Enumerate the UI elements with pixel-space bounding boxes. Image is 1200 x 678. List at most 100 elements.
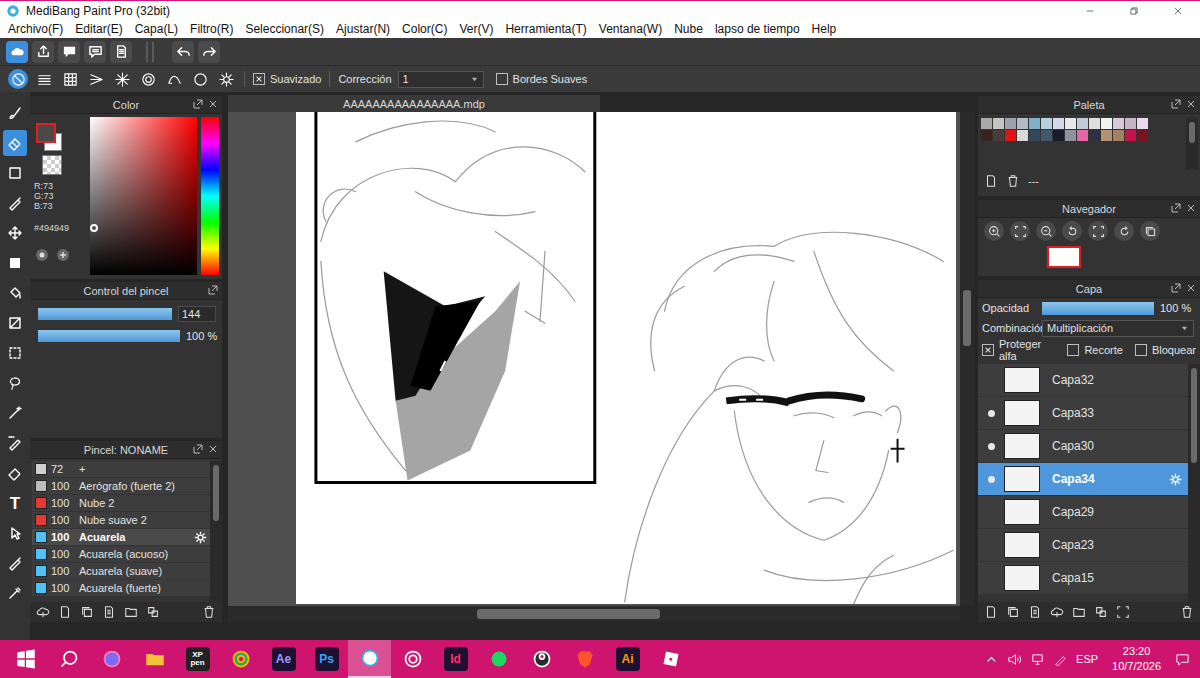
opacity-slider[interactable] bbox=[1042, 302, 1154, 315]
scroll-thumb[interactable] bbox=[1189, 122, 1195, 143]
canvas-horizontal-scrollbar[interactable] bbox=[228, 606, 960, 622]
pen-icon[interactable] bbox=[1053, 652, 1068, 667]
palette-swatch[interactable] bbox=[1041, 118, 1052, 129]
taskbar-app[interactable] bbox=[649, 640, 692, 678]
menu-item[interactable]: Seleccionar(S) bbox=[245, 22, 324, 36]
page-icon[interactable] bbox=[1028, 605, 1042, 619]
popout-icon[interactable] bbox=[1171, 99, 1181, 109]
saturation-value-picker[interactable] bbox=[90, 117, 197, 275]
close-panel-icon[interactable] bbox=[1186, 283, 1196, 293]
popout-icon[interactable] bbox=[1171, 283, 1181, 293]
merge-icon[interactable] bbox=[1094, 605, 1108, 619]
toolbar-button[interactable] bbox=[84, 41, 106, 63]
restore-button[interactable] bbox=[1112, 1, 1156, 20]
palette-swatch[interactable] bbox=[993, 118, 1004, 129]
palette-swatch[interactable] bbox=[1017, 118, 1028, 129]
navigator-button[interactable] bbox=[1114, 221, 1134, 241]
palette-swatch[interactable] bbox=[1137, 130, 1148, 141]
minimize-button[interactable] bbox=[1068, 1, 1112, 20]
snap-button[interactable] bbox=[190, 69, 210, 89]
primary-swatch[interactable] bbox=[36, 123, 56, 143]
layer-option-checkbox[interactable]: Bloquear bbox=[1135, 344, 1196, 356]
palette-swatch[interactable] bbox=[1053, 118, 1064, 129]
layer-row[interactable]: Capa32 bbox=[978, 364, 1188, 396]
brush-row[interactable]: 100Nube 2 bbox=[32, 495, 210, 511]
popout-icon[interactable] bbox=[208, 285, 218, 295]
layer-list-scrollbar[interactable] bbox=[1188, 364, 1200, 602]
tool-button[interactable] bbox=[3, 580, 27, 606]
navigator-button[interactable] bbox=[1036, 221, 1056, 241]
scroll-thumb[interactable] bbox=[213, 465, 219, 521]
trash-icon[interactable] bbox=[202, 605, 216, 619]
new-palette-icon[interactable] bbox=[984, 174, 998, 188]
toolbar-button[interactable] bbox=[32, 41, 54, 63]
navigator-button[interactable] bbox=[1140, 221, 1160, 241]
close-panel-icon[interactable] bbox=[1186, 203, 1196, 213]
palette-swatch[interactable] bbox=[981, 130, 992, 141]
layer-row[interactable]: Capa15 bbox=[978, 562, 1188, 594]
palette-swatch[interactable] bbox=[1005, 118, 1016, 129]
palette-swatch[interactable] bbox=[1077, 118, 1088, 129]
folderline-icon[interactable] bbox=[1072, 605, 1086, 619]
slider-track[interactable] bbox=[38, 308, 172, 320]
tool-button[interactable] bbox=[3, 400, 27, 426]
palette-swatch[interactable] bbox=[1029, 118, 1040, 129]
menu-item[interactable]: Editar(E) bbox=[75, 22, 122, 36]
toolbar-button[interactable] bbox=[6, 41, 28, 63]
snap-button[interactable] bbox=[86, 69, 106, 89]
visibility-toggle[interactable] bbox=[978, 476, 1004, 483]
palette-swatch[interactable] bbox=[1089, 118, 1100, 129]
palette-swatch[interactable] bbox=[1089, 130, 1100, 141]
close-panel-icon[interactable] bbox=[1186, 99, 1196, 109]
slider-value[interactable]: 144 bbox=[178, 306, 216, 322]
trash-icon[interactable] bbox=[1006, 174, 1020, 188]
visibility-toggle[interactable] bbox=[978, 443, 1004, 450]
taskbar-app[interactable] bbox=[477, 640, 520, 678]
palette-swatch[interactable] bbox=[1125, 118, 1136, 129]
close-button[interactable] bbox=[1156, 1, 1200, 20]
palette-swatch[interactable] bbox=[1029, 130, 1040, 141]
brush-row[interactable]: 100Acuarela (suave) bbox=[32, 563, 210, 579]
menu-item[interactable]: Ver(V) bbox=[459, 22, 493, 36]
clock[interactable]: 23:2010/7/2026 bbox=[1106, 644, 1167, 674]
taskbar-app[interactable]: XP pen bbox=[176, 640, 219, 678]
canvas-viewport[interactable] bbox=[228, 112, 960, 606]
menu-item[interactable]: Ventana(W) bbox=[599, 22, 662, 36]
brush-list-scrollbar[interactable] bbox=[210, 461, 222, 602]
palette-add-icon[interactable] bbox=[34, 247, 50, 263]
copy-icon[interactable] bbox=[80, 605, 94, 619]
palette-scrollbar[interactable] bbox=[1186, 118, 1198, 170]
tool-button[interactable] bbox=[3, 190, 27, 216]
toolbar-button[interactable] bbox=[172, 41, 194, 63]
visibility-toggle[interactable] bbox=[978, 410, 1004, 417]
snap-button[interactable] bbox=[34, 69, 54, 89]
snap-button[interactable] bbox=[112, 69, 132, 89]
popout-icon[interactable] bbox=[193, 99, 203, 109]
palette-swatch[interactable] bbox=[1113, 130, 1124, 141]
snap-button[interactable] bbox=[138, 69, 158, 89]
newdoc-icon[interactable] bbox=[984, 605, 998, 619]
tool-button[interactable] bbox=[3, 460, 27, 486]
taskbar-app[interactable] bbox=[563, 640, 606, 678]
menu-item[interactable]: Filtro(R) bbox=[190, 22, 233, 36]
tool-button[interactable] bbox=[3, 250, 27, 276]
palette-swatch[interactable] bbox=[1017, 130, 1028, 141]
taskbar-app[interactable] bbox=[348, 640, 391, 678]
newdoc-icon[interactable] bbox=[58, 605, 72, 619]
snap-button[interactable] bbox=[216, 69, 236, 89]
layer-row[interactable]: Capa23 bbox=[978, 529, 1188, 561]
palette-swatch[interactable] bbox=[1101, 130, 1112, 141]
brush-row[interactable]: 100Nube suave 2 bbox=[32, 512, 210, 528]
network-icon[interactable] bbox=[1030, 652, 1045, 667]
menu-item[interactable]: Archivo(F) bbox=[8, 22, 63, 36]
fit-icon[interactable] bbox=[1116, 605, 1130, 619]
taskbar-app[interactable] bbox=[4, 640, 47, 678]
chevron-up-icon[interactable] bbox=[984, 652, 999, 667]
brush-row[interactable]: 100Acuarela (fuerte) bbox=[32, 580, 210, 596]
brush-row[interactable]: 72+ bbox=[32, 461, 210, 477]
navigator-button[interactable] bbox=[1088, 221, 1108, 241]
tool-button[interactable]: T bbox=[3, 490, 27, 516]
palette-swatch[interactable] bbox=[1041, 130, 1052, 141]
slider-track[interactable] bbox=[38, 330, 180, 342]
popout-icon[interactable] bbox=[1171, 203, 1181, 213]
